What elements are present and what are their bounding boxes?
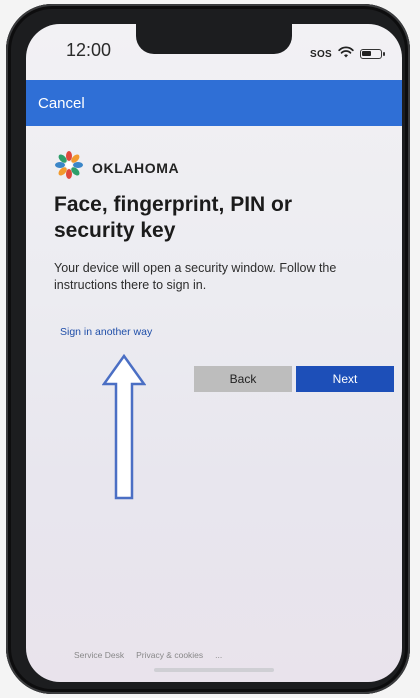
more-options-icon[interactable]: ... xyxy=(215,650,222,660)
footer: Service Desk Privacy & cookies ... xyxy=(74,650,222,660)
battery-icon xyxy=(360,49,385,59)
cancel-button[interactable]: Cancel xyxy=(38,95,85,112)
sos-indicator: SOS xyxy=(309,48,332,60)
phone-body: 12:00 SOS Cancel OKLAHOMA Face, fingerpr… xyxy=(6,4,410,694)
back-button[interactable]: Back xyxy=(194,366,292,392)
photo-frame: 12:00 SOS Cancel OKLAHOMA Face, fingerpr… xyxy=(0,0,420,698)
status-bar: 12:00 SOS xyxy=(26,24,402,80)
home-indicator xyxy=(154,668,274,672)
battery-level xyxy=(362,51,371,56)
status-time: 12:00 xyxy=(66,40,112,60)
brand-logo: OKLAHOMA xyxy=(54,150,179,185)
wifi-icon xyxy=(338,45,354,63)
privacy-cookies-link[interactable]: Privacy & cookies xyxy=(136,650,203,660)
phone-screen: 12:00 SOS Cancel OKLAHOMA Face, fingerpr… xyxy=(26,24,402,682)
instructions-text: Your device will open a security window.… xyxy=(54,261,337,292)
brand-name: OKLAHOMA xyxy=(92,159,180,176)
sign-in-another-way-link[interactable]: Sign in another way xyxy=(60,326,152,338)
page-title: Face, fingerprint, PIN or security key xyxy=(54,193,293,242)
oklahoma-star-logo-icon xyxy=(54,150,84,185)
service-desk-link[interactable]: Service Desk xyxy=(74,650,124,660)
camera-notch xyxy=(136,24,292,54)
nav-bar: Cancel xyxy=(26,80,402,126)
annotation-up-arrow-icon xyxy=(102,354,146,500)
status-icons: SOS xyxy=(309,45,385,63)
next-button[interactable]: Next xyxy=(296,366,394,392)
